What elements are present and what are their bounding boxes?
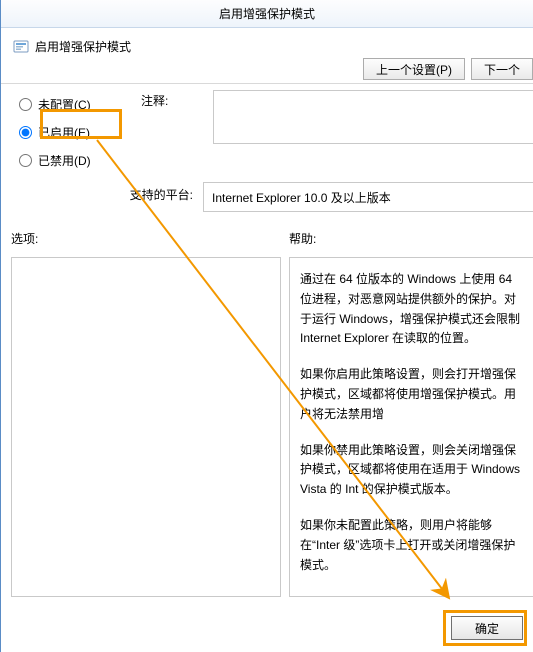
- help-paragraph: 通过在 64 位版本的 Windows 上使用 64 位进程，对恶意网站提供额外…: [300, 270, 523, 349]
- page-title: 启用增强保护模式: [35, 38, 131, 55]
- window-title: 启用增强保护模式: [1, 0, 533, 28]
- prev-setting-button[interactable]: 上一个设置(P): [363, 58, 465, 80]
- options-panel: [11, 257, 281, 597]
- help-label: 帮助:: [289, 230, 533, 247]
- radio-enabled-input[interactable]: [19, 126, 32, 139]
- comments-textarea[interactable]: [213, 90, 533, 144]
- comments-label: 注释:: [141, 92, 213, 109]
- options-label: 选项:: [11, 230, 281, 247]
- platforms-value: Internet Explorer 10.0 及以上版本: [203, 182, 533, 212]
- help-panel: 通过在 64 位版本的 Windows 上使用 64 位进程，对恶意网站提供额外…: [289, 257, 533, 597]
- help-paragraph: 如果你启用此策略设置，则会打开增强保护模式，区域都将使用增强保护模式。用户将无法…: [300, 365, 523, 424]
- radio-not-configured-label: 未配置(C): [38, 96, 91, 113]
- radio-disabled[interactable]: 已禁用(D): [11, 146, 141, 174]
- radio-enabled[interactable]: 已启用(E): [11, 118, 141, 146]
- help-paragraph: 如果你禁用此策略设置，则会关闭增强保护模式，区域都将使用在适用于 Windows…: [300, 441, 523, 500]
- policy-icon: [13, 39, 29, 55]
- radio-enabled-label: 已启用(E): [38, 124, 90, 141]
- radio-not-configured[interactable]: 未配置(C): [11, 90, 141, 118]
- help-paragraph: 如果你未配置此策略，则用户将能够在“Inter 级”选项卡上打开或关闭增强保护模…: [300, 516, 523, 575]
- next-setting-button[interactable]: 下一个: [471, 58, 533, 80]
- radio-disabled-label: 已禁用(D): [38, 152, 91, 169]
- ok-button[interactable]: 确定: [451, 616, 523, 640]
- radio-not-configured-input[interactable]: [19, 98, 32, 111]
- radio-disabled-input[interactable]: [19, 154, 32, 167]
- platforms-label: 支持的平台:: [1, 182, 203, 212]
